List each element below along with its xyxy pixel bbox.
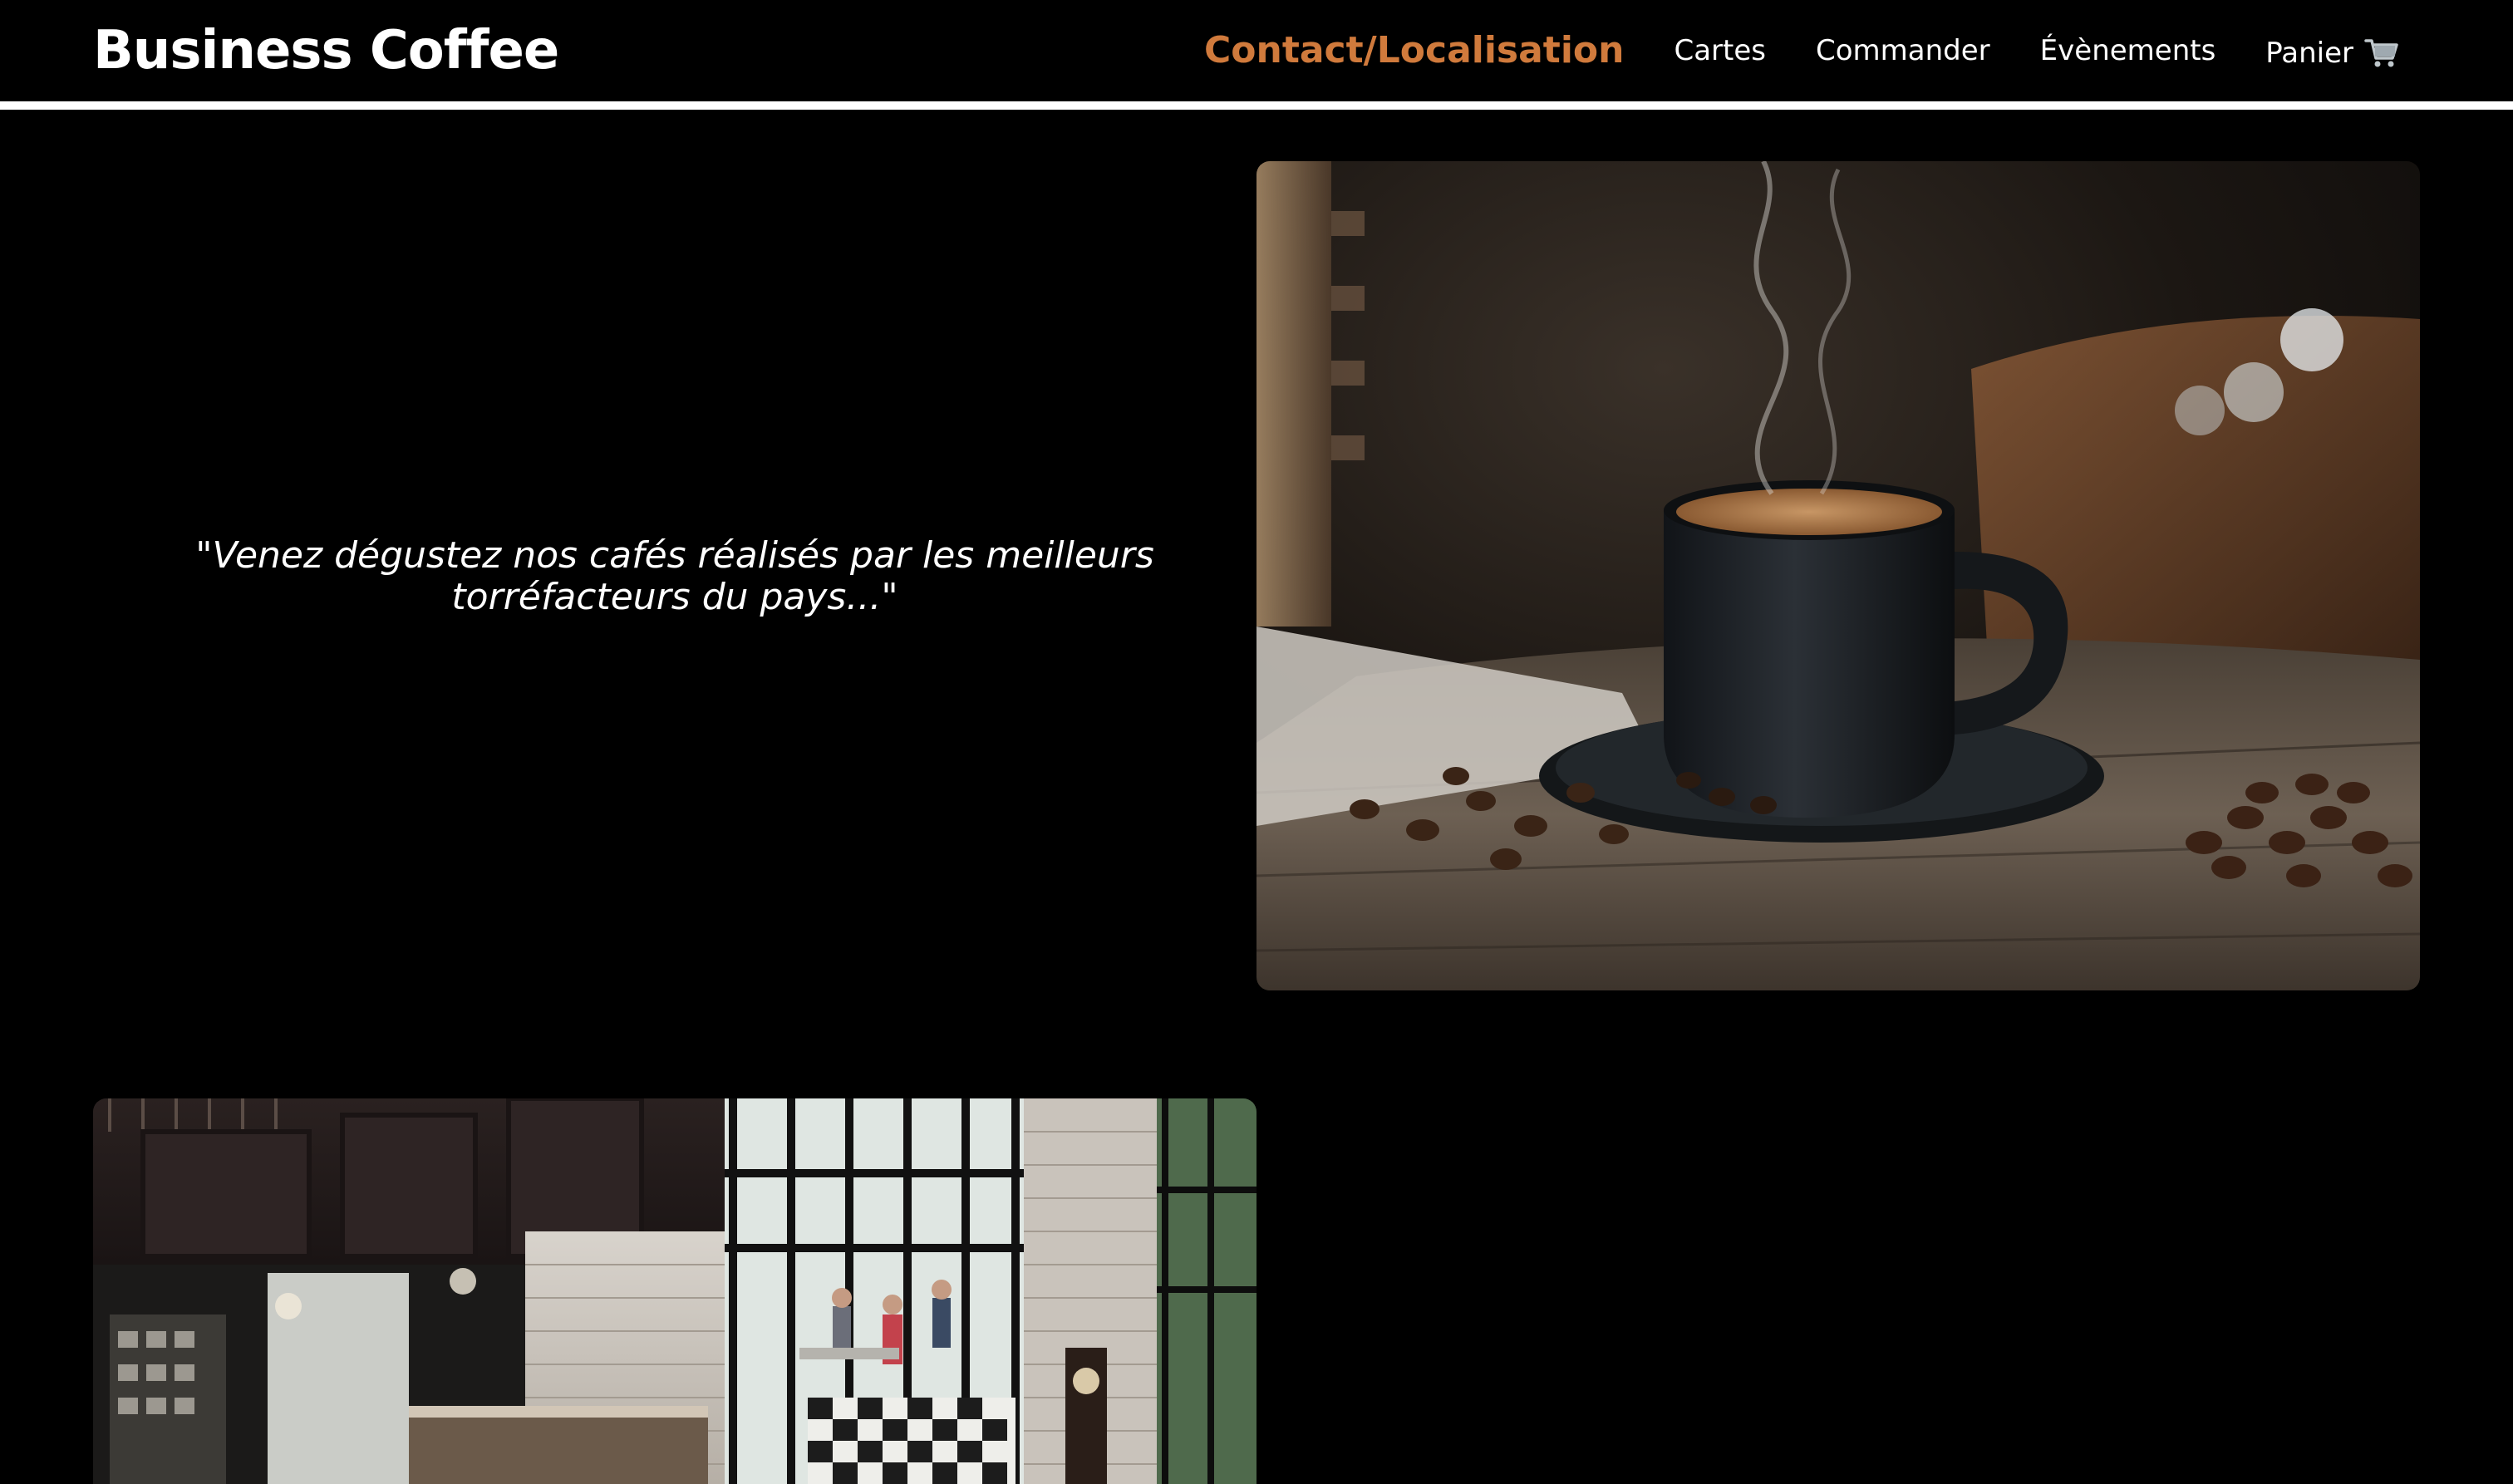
nav-commander[interactable]: Commander xyxy=(1816,20,1990,81)
cart-link[interactable]: Panier xyxy=(2265,30,2400,71)
header-divider xyxy=(0,101,2513,110)
shopping-cart-icon xyxy=(2363,35,2400,71)
nav-evenements[interactable]: Évènements xyxy=(2040,20,2216,81)
site-header: Business Coffee Contact/Localisation Car… xyxy=(0,0,2513,101)
hero-quote: "Venez dégustez nos cafés réalisés par l… xyxy=(195,534,1154,618)
cart-label: Panier xyxy=(2265,37,2353,70)
nav-contact-localisation[interactable]: Contact/Localisation xyxy=(1204,20,1625,81)
brand-logo[interactable]: Business Coffee xyxy=(93,13,559,88)
coffee-cup-image xyxy=(1256,161,2420,990)
main-nav: Contact/Localisation Cartes Commander Év… xyxy=(1204,20,2400,81)
nav-cartes[interactable]: Cartes xyxy=(1674,20,1766,81)
cafe-interior-image xyxy=(93,1098,1256,1484)
